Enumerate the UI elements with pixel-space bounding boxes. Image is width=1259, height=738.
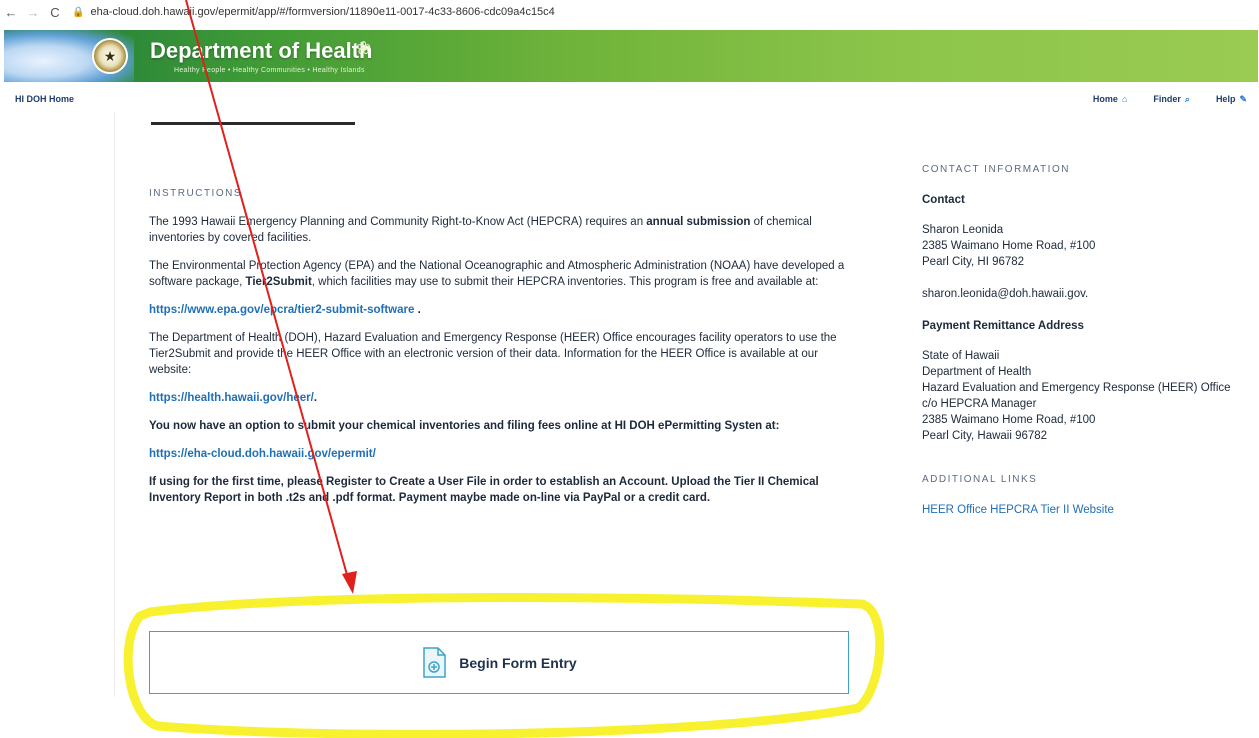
contact-line: Sharon Leonida bbox=[922, 224, 1004, 236]
document-add-icon bbox=[421, 646, 447, 679]
instructions-section: INSTRUCTIONS The 1993 Hawaii Emergency P… bbox=[149, 186, 849, 518]
contact-sidebar: CONTACT INFORMATION Contact Sharon Leoni… bbox=[922, 162, 1242, 518]
contact-info-label: CONTACT INFORMATION bbox=[922, 164, 1070, 175]
paragraph-link2: https://health.hawaii.gov/heer/. bbox=[149, 390, 849, 406]
p1-bold: annual submission bbox=[646, 216, 751, 228]
reload-button[interactable]: C bbox=[44, 5, 66, 20]
payment-line: State of Hawaii bbox=[922, 350, 1000, 362]
contact-address: Sharon Leonida 2385 Waimano Home Road, #… bbox=[922, 222, 1242, 270]
contact-email: sharon.leonida@doh.hawaii.gov. bbox=[922, 288, 1089, 300]
instructions-label: INSTRUCTIONS bbox=[149, 188, 242, 199]
heer-hepcra-link[interactable]: HEER Office HEPCRA Tier II Website bbox=[922, 502, 1242, 518]
paragraph-epa: The Environmental Protection Agency (EPA… bbox=[149, 258, 849, 290]
back-button[interactable]: ← bbox=[0, 5, 22, 20]
url-field[interactable]: eha-cloud.doh.hawaii.gov/epermit/app/#/f… bbox=[90, 6, 554, 18]
banner-title: Department of Health bbox=[150, 38, 373, 63]
forward-button[interactable]: → bbox=[22, 5, 44, 20]
nav-home-link[interactable]: Home ⌂ bbox=[1093, 94, 1127, 105]
p1-text-a: The 1993 Hawaii Emergency Planning and C… bbox=[149, 216, 647, 228]
flower-icon: ❀ bbox=[356, 38, 372, 58]
content-divider bbox=[114, 112, 115, 697]
additional-links-label: ADDITIONAL LINKS bbox=[922, 474, 1038, 485]
search-icon: ⌕ bbox=[1184, 94, 1190, 104]
begin-form-entry-label: Begin Form Entry bbox=[459, 654, 577, 671]
home-icon: ⌂ bbox=[1121, 94, 1128, 104]
option-text: You now have an option to submit your ch… bbox=[149, 420, 780, 432]
paragraph-heer: The Department of Health (DOH), Hazard E… bbox=[149, 332, 837, 376]
payment-heading: Payment Remittance Address bbox=[922, 320, 1084, 332]
nav-home-label: Home bbox=[1092, 94, 1118, 104]
payment-line: Pearl City, Hawaii 96782 bbox=[922, 430, 1048, 442]
top-right-links: Home ⌂ Finder ⌕ Help ✎ bbox=[1093, 94, 1247, 105]
paragraph-register: If using for the first time, please Regi… bbox=[149, 474, 849, 506]
contact-line: 2385 Waimano Home Road, #100 bbox=[922, 240, 1096, 252]
begin-form-entry-button[interactable]: Begin Form Entry bbox=[149, 631, 849, 694]
paragraph-option: You now have an option to submit your ch… bbox=[149, 418, 849, 434]
banner-tagline: Healthy People • Healthy Communities • H… bbox=[174, 67, 365, 74]
payment-address: State of Hawaii Department of Health Haz… bbox=[922, 348, 1242, 444]
top-navigation: HI DOH Home Home ⌂ Finder ⌕ Help ✎ bbox=[0, 92, 1259, 108]
heer-website-link[interactable]: https://health.hawaii.gov/heer/ bbox=[149, 392, 314, 404]
paragraph-link1: https://www.epa.gov/epcra/tier2-submit-s… bbox=[149, 302, 849, 318]
nav-help-link[interactable]: Help ✎ bbox=[1216, 94, 1247, 105]
payment-line: 2385 Waimano Home Road, #100 bbox=[922, 414, 1096, 426]
link1-suffix: . bbox=[414, 304, 421, 316]
link2-suffix: . bbox=[313, 392, 318, 404]
annotation-arrow-head bbox=[342, 571, 357, 594]
nav-finder-label: Finder bbox=[1153, 94, 1181, 104]
lock-icon: 🔒 bbox=[72, 6, 85, 18]
p2-text-b: , which facilities may use to submit the… bbox=[311, 276, 819, 288]
paragraph-hepcra: The 1993 Hawaii Emergency Planning and C… bbox=[149, 214, 849, 246]
register-text: If using for the first time, please Regi… bbox=[149, 476, 819, 504]
epermit-link[interactable]: https://eha-cloud.doh.hawaii.gov/epermit… bbox=[149, 448, 376, 460]
heading-rule bbox=[151, 122, 355, 125]
contact-heading: Contact bbox=[922, 194, 965, 206]
help-icon: ✎ bbox=[1239, 94, 1247, 104]
nav-finder-link[interactable]: Finder ⌕ bbox=[1153, 94, 1190, 105]
hi-doh-home-link[interactable]: HI DOH Home bbox=[15, 94, 74, 104]
epa-tier2-link[interactable]: https://www.epa.gov/epcra/tier2-submit-s… bbox=[149, 304, 414, 316]
payment-line: Hazard Evaluation and Emergency Response… bbox=[922, 382, 1231, 394]
browser-address-bar: ← → C 🔒 eha-cloud.doh.hawaii.gov/epermit… bbox=[0, 0, 1259, 24]
contact-line: Pearl City, HI 96782 bbox=[922, 256, 1025, 268]
paragraph-link3: https://eha-cloud.doh.hawaii.gov/epermit… bbox=[149, 446, 849, 462]
payment-line: c/o HEPCRA Manager bbox=[922, 398, 1037, 410]
state-seal-logo: ★ bbox=[92, 38, 128, 74]
doh-banner: ★ Department of Health ❀ Healthy People … bbox=[4, 30, 1258, 82]
p2-bold: Tier2Submit bbox=[245, 276, 312, 288]
nav-help-label: Help bbox=[1215, 94, 1236, 104]
payment-line: Department of Health bbox=[922, 366, 1032, 378]
